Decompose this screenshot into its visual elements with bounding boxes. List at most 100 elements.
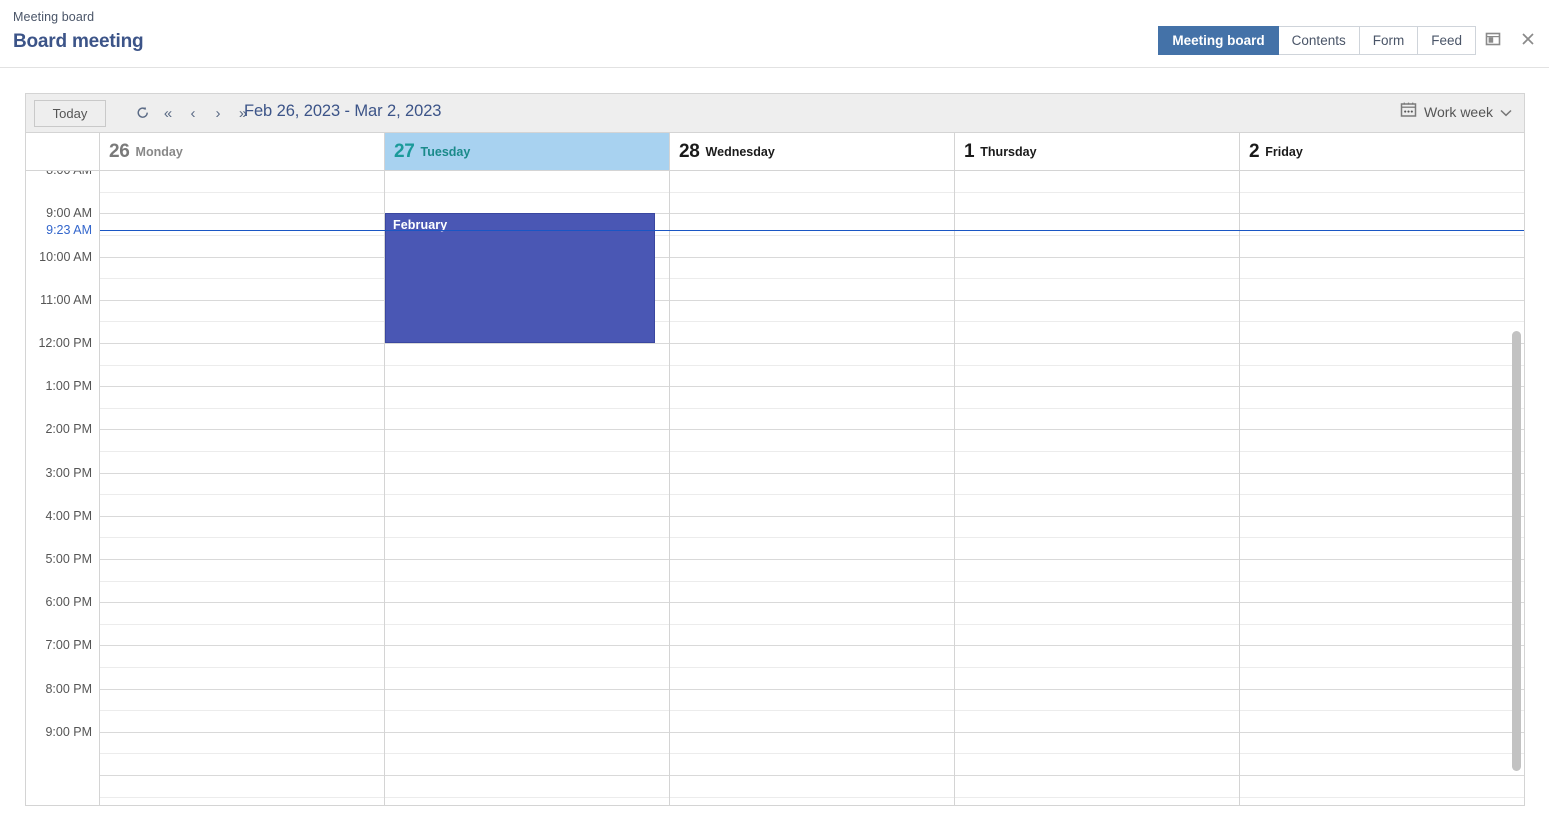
half-hour-gridline bbox=[955, 451, 1239, 452]
next-icon[interactable]: › bbox=[209, 102, 227, 124]
half-hour-gridline bbox=[1240, 796, 1524, 798]
half-hour-gridline bbox=[385, 667, 669, 668]
hour-gridline bbox=[100, 645, 384, 647]
hour-label: 9:00 AM bbox=[46, 206, 92, 221]
tab-meeting-board[interactable]: Meeting board bbox=[1158, 26, 1279, 55]
half-hour-gridline bbox=[100, 580, 384, 582]
hour-gridline bbox=[955, 645, 1239, 647]
hour-gridline bbox=[100, 775, 384, 776]
day-column-wednesday[interactable] bbox=[670, 171, 955, 805]
vertical-scrollbar[interactable] bbox=[1510, 171, 1523, 805]
day-header-friday[interactable]: 2 Friday bbox=[1240, 133, 1524, 170]
prev-icon[interactable]: ‹ bbox=[184, 102, 202, 124]
hour-gridline bbox=[100, 731, 384, 733]
half-hour-gridline bbox=[670, 667, 954, 668]
half-hour-gridline bbox=[385, 451, 669, 452]
calendar-grid-scroll[interactable]: 7:00 AM8:00 AM9:00 AM10:00 AM11:00 AM12:… bbox=[26, 171, 1524, 805]
tab-form[interactable]: Form bbox=[1359, 26, 1419, 55]
hour-gridline bbox=[385, 602, 669, 604]
half-hour-gridline bbox=[100, 494, 384, 496]
half-hour-gridline bbox=[1240, 364, 1524, 366]
view-selector[interactable]: Work week bbox=[1400, 101, 1512, 123]
half-hour-gridline bbox=[670, 278, 954, 280]
half-hour-gridline bbox=[385, 407, 669, 409]
half-hour-gridline bbox=[100, 235, 384, 236]
day-name: Monday bbox=[135, 144, 183, 159]
hour-gridline bbox=[385, 559, 669, 560]
day-name: Tuesday bbox=[420, 144, 471, 159]
hour-gridline bbox=[670, 602, 954, 604]
half-hour-gridline bbox=[955, 407, 1239, 409]
hour-gridline bbox=[955, 559, 1239, 560]
day-column-thursday[interactable] bbox=[955, 171, 1240, 805]
half-hour-gridline bbox=[670, 191, 954, 193]
calendar-toolbar: Today « ‹ › » Feb 26, 2023 - Mar 2, 2023 bbox=[26, 94, 1524, 133]
refresh-icon[interactable] bbox=[134, 102, 152, 124]
hour-gridline bbox=[670, 472, 954, 474]
hour-gridline bbox=[955, 256, 1239, 258]
half-hour-gridline bbox=[955, 364, 1239, 366]
hour-gridline bbox=[1240, 688, 1524, 690]
breadcrumb: Meeting board bbox=[13, 10, 95, 24]
hour-label: 5:00 PM bbox=[45, 552, 92, 566]
hour-gridline bbox=[100, 602, 384, 604]
half-hour-gridline bbox=[100, 753, 384, 755]
day-column-monday[interactable] bbox=[100, 171, 385, 805]
hour-gridline bbox=[385, 775, 669, 776]
hour-label: 12:00 PM bbox=[38, 336, 92, 350]
day-header-monday[interactable]: 26 Monday bbox=[100, 133, 385, 170]
hour-gridline bbox=[1240, 515, 1524, 517]
day-column-friday[interactable] bbox=[1240, 171, 1524, 805]
half-hour-gridline bbox=[670, 494, 954, 496]
tab-contents[interactable]: Contents bbox=[1278, 26, 1360, 55]
half-hour-gridline bbox=[670, 364, 954, 366]
hour-label: 7:00 PM bbox=[45, 638, 92, 653]
half-hour-gridline bbox=[955, 623, 1239, 625]
tab-feed[interactable]: Feed bbox=[1418, 26, 1476, 55]
hour-gridline bbox=[100, 429, 384, 431]
half-hour-gridline bbox=[385, 494, 669, 496]
current-time-label: 9:23 AM bbox=[46, 222, 92, 237]
hour-gridline bbox=[1240, 256, 1524, 258]
calendar-icon bbox=[1400, 101, 1417, 123]
prev-period-icon[interactable]: « bbox=[159, 102, 177, 124]
date-range-label: Feb 26, 2023 - Mar 2, 2023 bbox=[244, 102, 442, 120]
close-icon[interactable] bbox=[1517, 28, 1539, 50]
today-button[interactable]: Today bbox=[34, 100, 106, 127]
day-name: Thursday bbox=[980, 144, 1037, 159]
half-hour-gridline bbox=[100, 537, 384, 539]
hour-gridline bbox=[670, 299, 954, 301]
half-hour-gridline bbox=[1240, 623, 1524, 625]
half-hour-gridline bbox=[385, 623, 669, 625]
hour-label: 3:00 PM bbox=[45, 465, 92, 480]
calendar-event[interactable]: February bbox=[385, 213, 655, 343]
day-header-wednesday[interactable]: 28 Wednesday bbox=[670, 133, 955, 170]
half-hour-gridline bbox=[385, 580, 669, 582]
hour-label: 6:00 PM bbox=[45, 595, 92, 610]
half-hour-gridline bbox=[385, 796, 669, 798]
page-title: Board meeting bbox=[13, 31, 144, 52]
half-hour-gridline bbox=[670, 753, 954, 755]
panel-layout-icon[interactable] bbox=[1482, 28, 1504, 50]
time-gutter: 7:00 AM8:00 AM9:00 AM10:00 AM11:00 AM12:… bbox=[26, 171, 100, 805]
window-controls bbox=[1482, 28, 1539, 50]
hour-gridline bbox=[955, 775, 1239, 776]
hour-gridline bbox=[100, 688, 384, 690]
day-header-tuesday[interactable]: 27 Tuesday bbox=[385, 133, 670, 170]
hour-label: 4:00 PM bbox=[45, 508, 92, 523]
view-selector-label: Work week bbox=[1424, 104, 1493, 120]
day-column-tuesday[interactable]: February bbox=[385, 171, 670, 805]
hour-gridline bbox=[100, 515, 384, 517]
half-hour-gridline bbox=[100, 278, 384, 280]
hour-gridline bbox=[385, 645, 669, 647]
half-hour-gridline bbox=[100, 667, 384, 668]
half-hour-gridline bbox=[955, 580, 1239, 582]
day-number: 27 bbox=[394, 140, 415, 162]
day-header-thursday[interactable]: 1 Thursday bbox=[955, 133, 1240, 170]
hour-gridline bbox=[670, 213, 954, 215]
hour-gridline bbox=[955, 429, 1239, 431]
vertical-scrollbar-thumb[interactable] bbox=[1512, 331, 1521, 771]
hour-gridline bbox=[1240, 343, 1524, 344]
half-hour-gridline bbox=[100, 710, 384, 712]
day-number: 28 bbox=[679, 140, 700, 162]
